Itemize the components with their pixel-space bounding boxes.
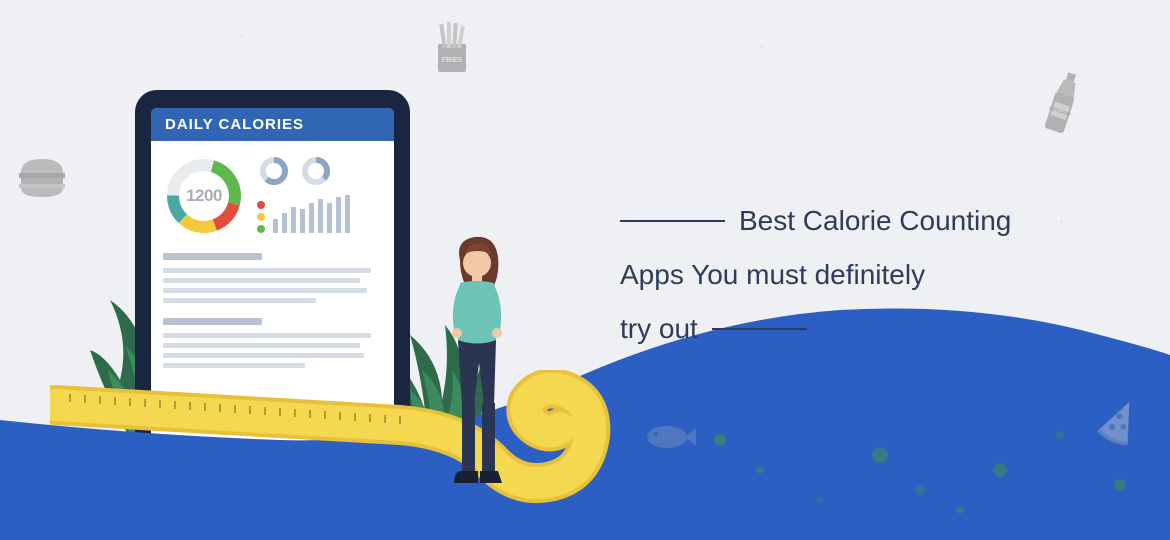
chart-area: 1200 xyxy=(151,141,394,247)
main-donut-chart: 1200 xyxy=(161,153,247,239)
dash-icon xyxy=(620,220,725,222)
fries-icon: FRIES xyxy=(428,18,476,76)
person-illustration xyxy=(430,235,520,495)
measuring-tape-icon xyxy=(50,370,670,540)
ketchup-icon: KETCHUP xyxy=(1043,70,1081,140)
screen-header: DAILY CALORIES xyxy=(151,108,394,141)
legend-dots xyxy=(257,201,265,233)
mini-donut-chart xyxy=(257,154,291,188)
headline-line2: Apps You must definitely xyxy=(620,254,925,296)
donut-value: 1200 xyxy=(161,153,247,239)
pizza-icon xyxy=(1095,395,1145,450)
headline-line1: Best Calorie Counting xyxy=(739,200,1011,242)
burger-icon xyxy=(15,155,70,200)
mini-donut-chart xyxy=(299,154,333,188)
headline-line3: try out xyxy=(620,308,698,350)
headline: Best Calorie Counting Apps You must defi… xyxy=(620,200,1050,362)
bar-chart xyxy=(273,195,350,233)
dash-icon xyxy=(712,328,807,330)
svg-text:FRIES: FRIES xyxy=(442,57,463,64)
